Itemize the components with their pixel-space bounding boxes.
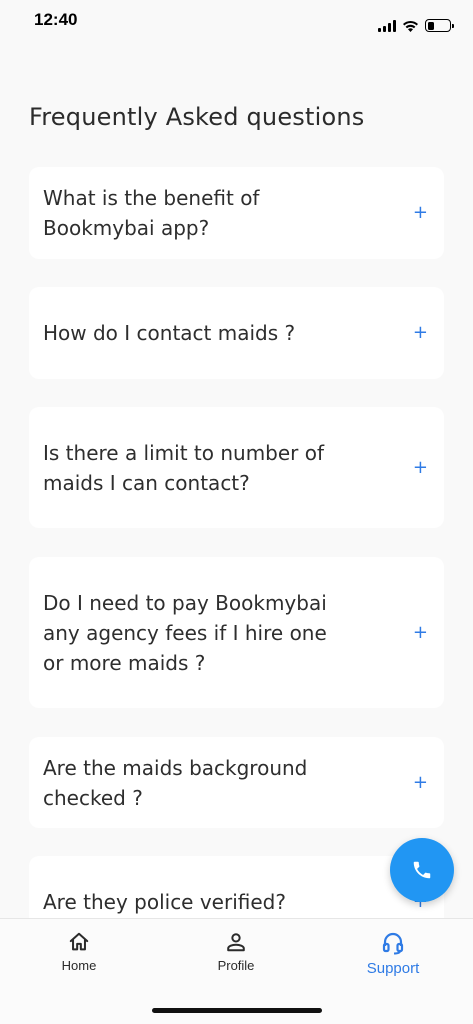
faq-item[interactable]: Is there a limit to number of maids I ca… xyxy=(29,407,444,528)
faq-item[interactable]: Do I need to pay Bookmybai any agency fe… xyxy=(29,557,444,708)
faq-item[interactable]: Are the maids background checked ? + xyxy=(29,737,444,828)
signal-icon xyxy=(378,19,396,32)
faq-item[interactable]: What is the benefit of Bookmybai app? + xyxy=(29,167,444,259)
nav-profile[interactable]: Profile xyxy=(181,931,291,973)
battery-icon xyxy=(425,19,454,32)
expand-plus-icon[interactable]: + xyxy=(413,773,428,792)
faq-question: How do I contact maids ? xyxy=(43,321,296,345)
faq-question: Are the maids background checked ? xyxy=(43,755,308,810)
call-fab-button[interactable] xyxy=(390,838,454,902)
home-icon xyxy=(69,932,89,951)
faq-question: What is the benefit of Bookmybai app? xyxy=(43,186,260,240)
expand-plus-icon[interactable]: + xyxy=(413,204,428,222)
expand-plus-icon[interactable]: + xyxy=(413,623,428,642)
headset-icon xyxy=(382,932,404,955)
phone-icon xyxy=(413,861,431,879)
faq-question: Do I need to pay Bookmybai any agency fe… xyxy=(43,590,327,675)
status-bar: 12:40 xyxy=(0,0,473,44)
faq-question: Are they police verified? xyxy=(43,890,286,914)
nav-support-label: Support xyxy=(366,960,420,977)
nav-profile-label: Profile xyxy=(217,958,255,973)
expand-plus-icon[interactable]: + xyxy=(413,324,428,342)
page-title: Frequently Asked questions xyxy=(29,103,365,131)
status-icons xyxy=(378,19,454,32)
status-time: 12:40 xyxy=(34,10,78,29)
nav-home-label: Home xyxy=(61,958,97,973)
home-indicator xyxy=(152,1008,322,1013)
faq-item[interactable]: How do I contact maids ? + xyxy=(29,287,444,379)
wifi-icon xyxy=(403,20,418,32)
nav-support[interactable]: Support xyxy=(338,931,448,977)
faq-question: Is there a limit to number of maids I ca… xyxy=(43,440,325,495)
person-icon xyxy=(227,933,245,952)
expand-plus-icon[interactable]: + xyxy=(413,458,428,477)
nav-home[interactable]: Home xyxy=(24,931,134,973)
